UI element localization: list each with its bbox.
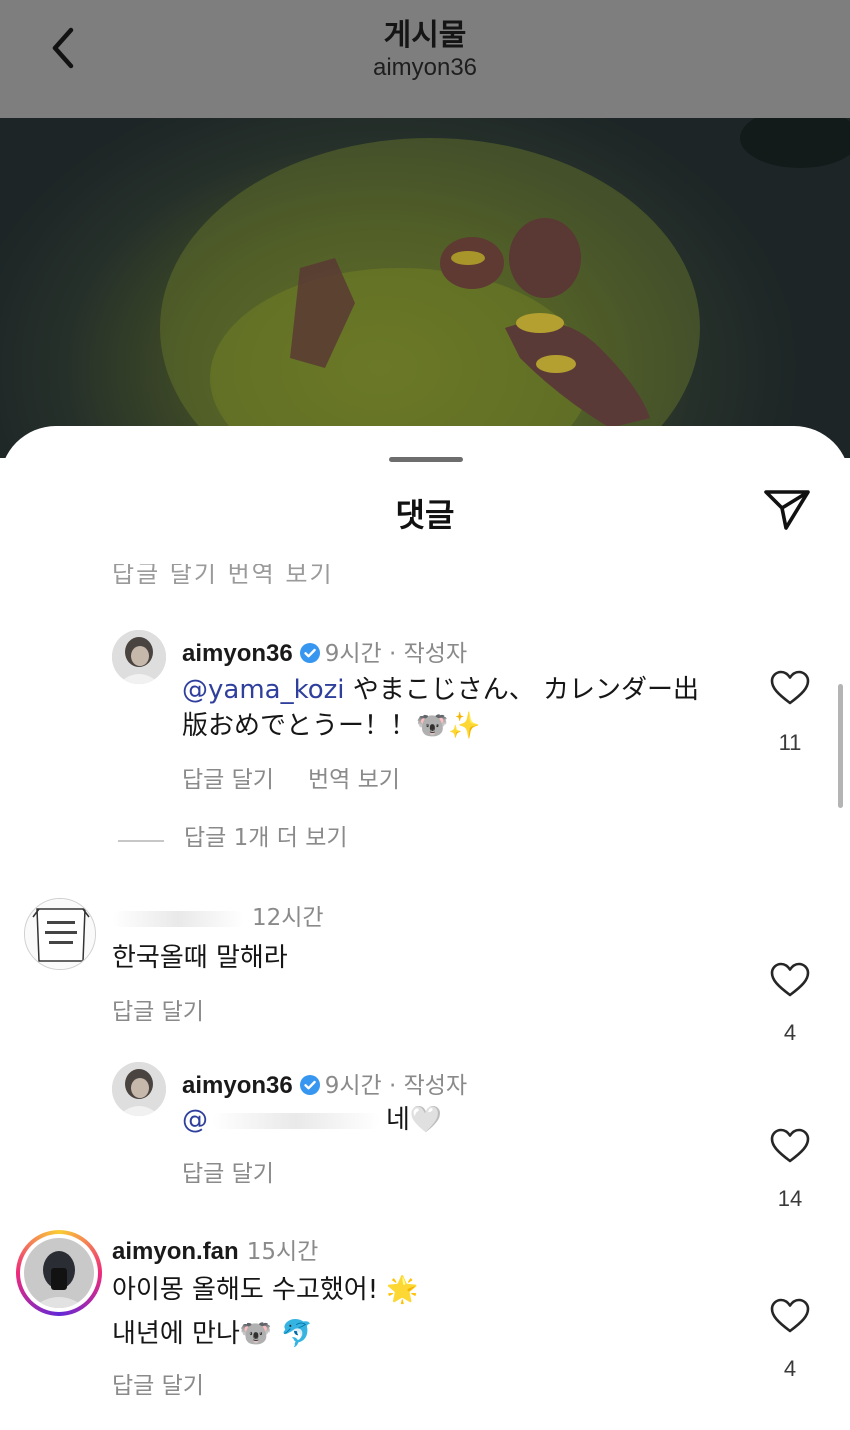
avatar[interactable] xyxy=(112,630,166,684)
comment-meta: aimyon36 9시간 · 작성자 xyxy=(182,634,467,668)
heart-outline-icon xyxy=(770,1298,810,1333)
avatar-story-ring[interactable] xyxy=(16,1230,102,1316)
comment-mention-link[interactable]: @yama_kozi xyxy=(182,675,345,705)
like-button[interactable] xyxy=(770,962,810,998)
reply-button[interactable]: 답글 달기 xyxy=(182,1161,274,1187)
comment-time: 12시간 xyxy=(252,905,324,931)
page-title: 게시물 xyxy=(383,18,467,53)
author-tag: · 작성자 xyxy=(381,641,468,667)
reply-button[interactable]: 답글 달기 xyxy=(112,999,204,1025)
comment-time: 9시간 xyxy=(324,1073,382,1099)
comment-meta: aimyon.fan 15시간 xyxy=(112,1232,318,1266)
comment-time: 9시간 xyxy=(324,641,382,667)
bath-photo-illustration xyxy=(160,118,850,458)
paper-plane-icon xyxy=(764,490,810,530)
comment-text: @ 네🤍 xyxy=(182,1105,443,1135)
sheet-title: 댓글 xyxy=(395,496,455,534)
comment-mention-link[interactable]: @ xyxy=(182,1105,208,1135)
blurred-username xyxy=(112,910,244,927)
sheet-drag-handle[interactable] xyxy=(389,457,463,462)
view-more-replies-button[interactable]: 답글 1개 더 보기 xyxy=(118,818,348,852)
comment-username[interactable]: aimyon36 xyxy=(182,640,293,667)
reply-button[interactable]: 답글 달기 xyxy=(112,1373,204,1399)
verified-badge-icon xyxy=(299,1075,320,1095)
comment-actions: 답글 달기 xyxy=(112,1366,238,1400)
heart-outline-icon xyxy=(770,670,810,705)
comment-text: @yama_kozi やまこじさん、 カレンダー出 版おめでとうー！！🐨✨ xyxy=(182,675,700,741)
like-count: 4 xyxy=(783,1020,797,1045)
page-subtitle-username[interactable]: aimyon36 xyxy=(0,54,850,82)
avatar[interactable] xyxy=(24,898,96,970)
comment-username[interactable]: aimyon36 xyxy=(182,1072,293,1099)
comment-meta: 12시간 xyxy=(112,898,324,932)
like-count: 14 xyxy=(777,1186,803,1211)
avatar-photo-icon xyxy=(112,1062,166,1116)
avatar-photo-icon xyxy=(25,899,95,969)
comment-text: 한국올때 말해라 xyxy=(112,943,288,973)
heart-outline-icon xyxy=(770,962,810,997)
comment-text: 아이몽 올해도 수고했어! 🌟 내년에 만나🐨 🐬 xyxy=(112,1275,419,1349)
post-header: 게시물 aimyon36 xyxy=(0,0,850,118)
clipped-previous-comment-text: 답글 달기 번역 보기 xyxy=(112,564,334,584)
like-button[interactable] xyxy=(770,1298,810,1334)
share-button[interactable] xyxy=(758,484,816,534)
post-image xyxy=(0,118,850,458)
comments-sheet: 댓글 답글 달기 번역 보기 aimyon36 9시간 · 작성자 @yama_k… xyxy=(0,426,850,1430)
avatar[interactable] xyxy=(112,1062,166,1116)
comment-actions: 답글 달기 xyxy=(112,992,238,1026)
like-button[interactable] xyxy=(770,670,810,706)
verified-badge-icon xyxy=(299,643,320,663)
comment-actions: 답글 달기 xyxy=(182,1154,308,1188)
comment-time: 15시간 xyxy=(246,1239,319,1265)
heart-outline-icon xyxy=(770,1128,810,1163)
like-count: 4 xyxy=(783,1356,797,1381)
avatar-photo-icon xyxy=(112,630,166,684)
comment-actions: 답글 달기 번역 보기 xyxy=(182,760,434,794)
divider-line xyxy=(118,839,164,842)
avatar-photo-icon xyxy=(24,1238,94,1308)
comment-meta: aimyon36 9시간 · 작성자 xyxy=(182,1066,467,1100)
reply-button[interactable]: 답글 달기 xyxy=(182,767,274,793)
comment-username[interactable]: aimyon.fan xyxy=(112,1238,239,1265)
like-count: 11 xyxy=(778,730,802,755)
like-button[interactable] xyxy=(770,1128,810,1164)
author-tag: · 작성자 xyxy=(381,1073,468,1099)
translate-button[interactable]: 번역 보기 xyxy=(308,767,400,793)
blurred-mention xyxy=(212,1112,380,1129)
